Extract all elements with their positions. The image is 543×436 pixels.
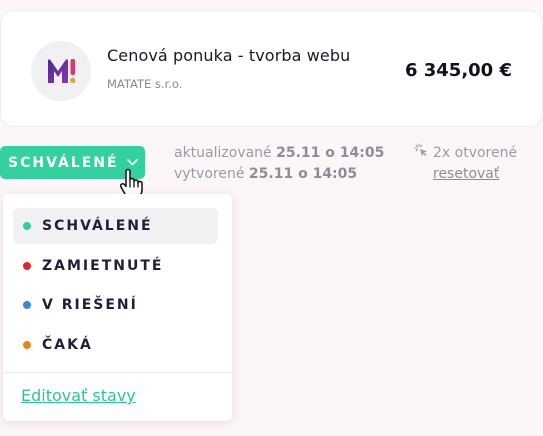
matate-m-logo-icon [48,59,76,84]
click-icon [414,143,428,164]
status-dot-icon [23,262,31,270]
company-logo [31,41,91,101]
status-option-label: ZAMIETNUTÉ [42,258,164,274]
status-option-schvalene[interactable]: SCHVÁLENÉ [13,208,218,244]
status-option-label: SCHVÁLENÉ [42,218,153,234]
created-line: vytvorené 25.11 o 14:05 [174,164,384,185]
quote-amount: 6 345,00 € [404,60,512,81]
status-dot-icon [23,301,31,309]
updated-line: aktualizované 25.11 o 14:05 [174,143,384,164]
status-option-v-rieseni[interactable]: V RIEŠENÍ [13,287,218,323]
chevron-down-icon [126,159,138,166]
status-option-caka[interactable]: ČAKÁ [13,327,218,363]
quote-title: Cenová ponuka - tvorba webu [107,46,351,65]
status-option-label: ČAKÁ [42,337,93,353]
company-name: MATATE s.r.o. [107,77,183,91]
created-value: 25.11 o 14:05 [248,166,358,182]
quote-card[interactable]: Cenová ponuka - tvorba webu MATATE s.r.o… [0,10,543,127]
created-label: vytvorené [174,166,245,182]
status-menu: SCHVÁLENÉ ZAMIETNUTÉ V RIEŠENÍ ČAKÁ Edit… [3,194,232,421]
status-dot-icon [23,341,31,349]
menu-divider [3,372,232,373]
status-option-label: V RIEŠENÍ [42,297,138,313]
updated-label: aktualizované [174,145,272,161]
edit-statuses-link[interactable]: Editovať stavy [21,386,136,405]
status-label: SCHVÁLENÉ [8,154,119,171]
open-count-text: 2x otvorené [433,145,518,161]
timestamps: aktualizované 25.11 o 14:05 vytvorené 25… [174,143,384,185]
updated-value: 25.11 o 14:05 [276,145,385,161]
status-dot-icon [23,222,31,230]
status-option-zamietnute[interactable]: ZAMIETNUTÉ [13,248,218,284]
open-count: 2x otvorené resetovať [414,143,517,185]
reset-link[interactable]: resetovať [433,164,517,185]
